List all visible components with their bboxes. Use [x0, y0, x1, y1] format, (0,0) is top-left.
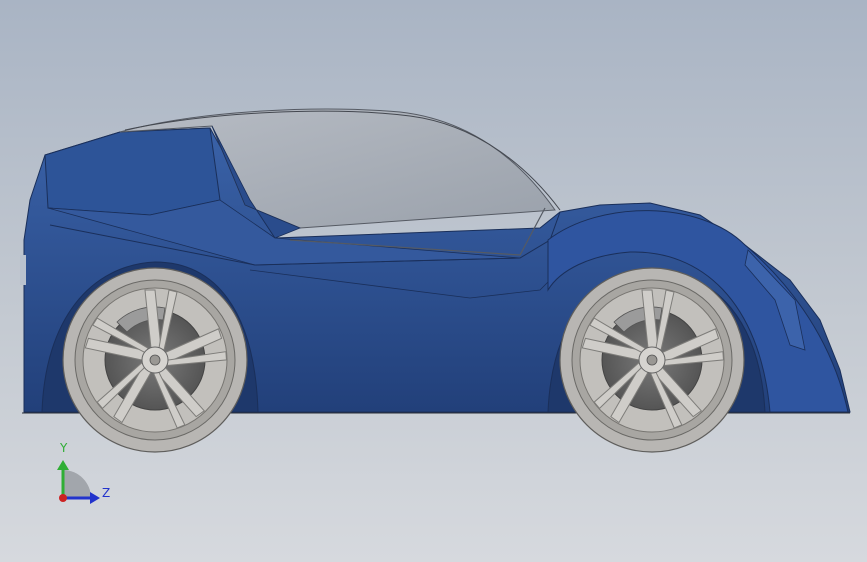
- y-axis-arrowhead: [57, 460, 69, 470]
- rear-light: [20, 255, 26, 285]
- reference-triad[interactable]: [57, 460, 100, 504]
- hood-panel: [44, 127, 221, 216]
- rear-wheel: [62, 267, 248, 453]
- triad-quadrant: [63, 470, 91, 498]
- y-axis-label: Y: [60, 441, 68, 455]
- car-model-view[interactable]: [0, 0, 867, 562]
- z-axis-label: Z: [102, 486, 111, 500]
- graphics-viewport[interactable]: Y Z: [0, 0, 867, 562]
- z-axis-arrowhead: [90, 492, 100, 504]
- triad-origin: [59, 494, 67, 502]
- front-wheel: [559, 267, 745, 453]
